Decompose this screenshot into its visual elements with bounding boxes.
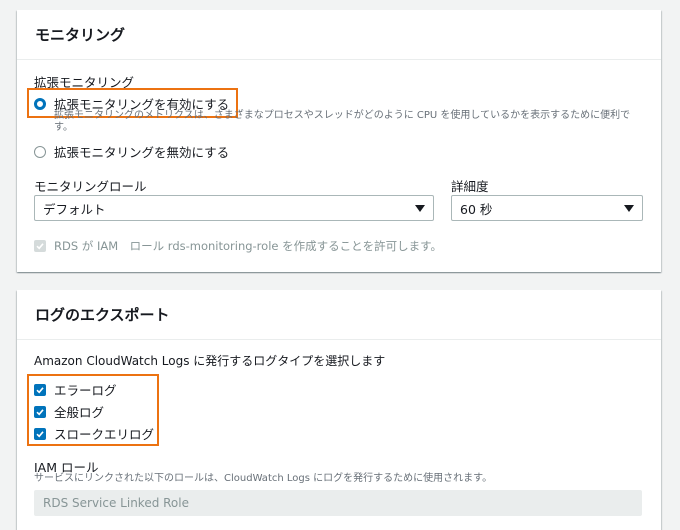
general-log-label: 全般ログ bbox=[54, 405, 105, 420]
error-log-label: エラーログ bbox=[54, 383, 117, 398]
iam-role-description: サービスにリンクされた以下のロールは、CloudWatch Logs にログを発… bbox=[34, 473, 493, 484]
disable-enhanced-monitoring-radio[interactable]: 拡張モニタリングを無効にする bbox=[34, 142, 229, 161]
allow-role-creation-checkbox[interactable]: RDS が IAM ロール rds-monitoring-role を作成するこ… bbox=[34, 238, 442, 254]
checkbox-checked-icon[interactable] bbox=[34, 383, 46, 396]
general-log-checkbox[interactable]: 全般ログ bbox=[34, 402, 104, 421]
log-export-body: Amazon CloudWatch Logs に発行するログタイプを選択します … bbox=[17, 340, 661, 530]
monitoring-role-select[interactable]: デフォルト bbox=[34, 195, 434, 221]
radio-checked-icon[interactable] bbox=[34, 97, 46, 110]
allow-role-creation-label: RDS が IAM ロール rds-monitoring-role を作成するこ… bbox=[54, 239, 442, 253]
log-type-prompt: Amazon CloudWatch Logs に発行するログタイプを選択します bbox=[34, 354, 386, 368]
caret-down-icon bbox=[624, 204, 634, 212]
caret-down-icon bbox=[415, 204, 425, 212]
disable-option-label: 拡張モニタリングを無効にする bbox=[54, 145, 230, 160]
radio-unchecked-icon[interactable] bbox=[34, 145, 46, 158]
iam-role-input: RDS Service Linked Role bbox=[34, 490, 642, 516]
enable-option-description: 拡張モニタリングのメトリクスは、さまざまなプロセスやスレッドがどのように CPU… bbox=[54, 110, 631, 133]
monitoring-body: 拡張モニタリング 拡張モニタリングを有効にする 拡張モニタリングのメトリクスは、… bbox=[17, 60, 661, 271]
log-export-title: ログのエクスポート bbox=[17, 290, 661, 340]
granularity-select[interactable]: 60 秒 bbox=[451, 195, 643, 221]
monitoring-role-label: モニタリングロール bbox=[34, 179, 147, 194]
monitoring-title: モニタリング bbox=[17, 10, 661, 60]
checkbox-checked-icon[interactable] bbox=[34, 427, 46, 440]
error-log-checkbox[interactable]: エラーログ bbox=[34, 380, 117, 399]
monitoring-panel: モニタリング 拡張モニタリング 拡張モニタリングを有効にする 拡張モニタリングの… bbox=[17, 10, 661, 272]
checkbox-checked-icon[interactable] bbox=[34, 405, 46, 418]
slow-query-log-checkbox[interactable]: スロークエリログ bbox=[34, 424, 154, 443]
granularity-label: 詳細度 bbox=[451, 179, 489, 194]
slow-query-log-label: スロークエリログ bbox=[54, 427, 155, 442]
monitoring-role-value: デフォルト bbox=[43, 201, 106, 217]
log-export-panel: ログのエクスポート Amazon CloudWatch Logs に発行するログ… bbox=[17, 290, 661, 530]
granularity-value: 60 秒 bbox=[460, 201, 493, 217]
checkbox-disabled-icon[interactable] bbox=[34, 240, 46, 252]
